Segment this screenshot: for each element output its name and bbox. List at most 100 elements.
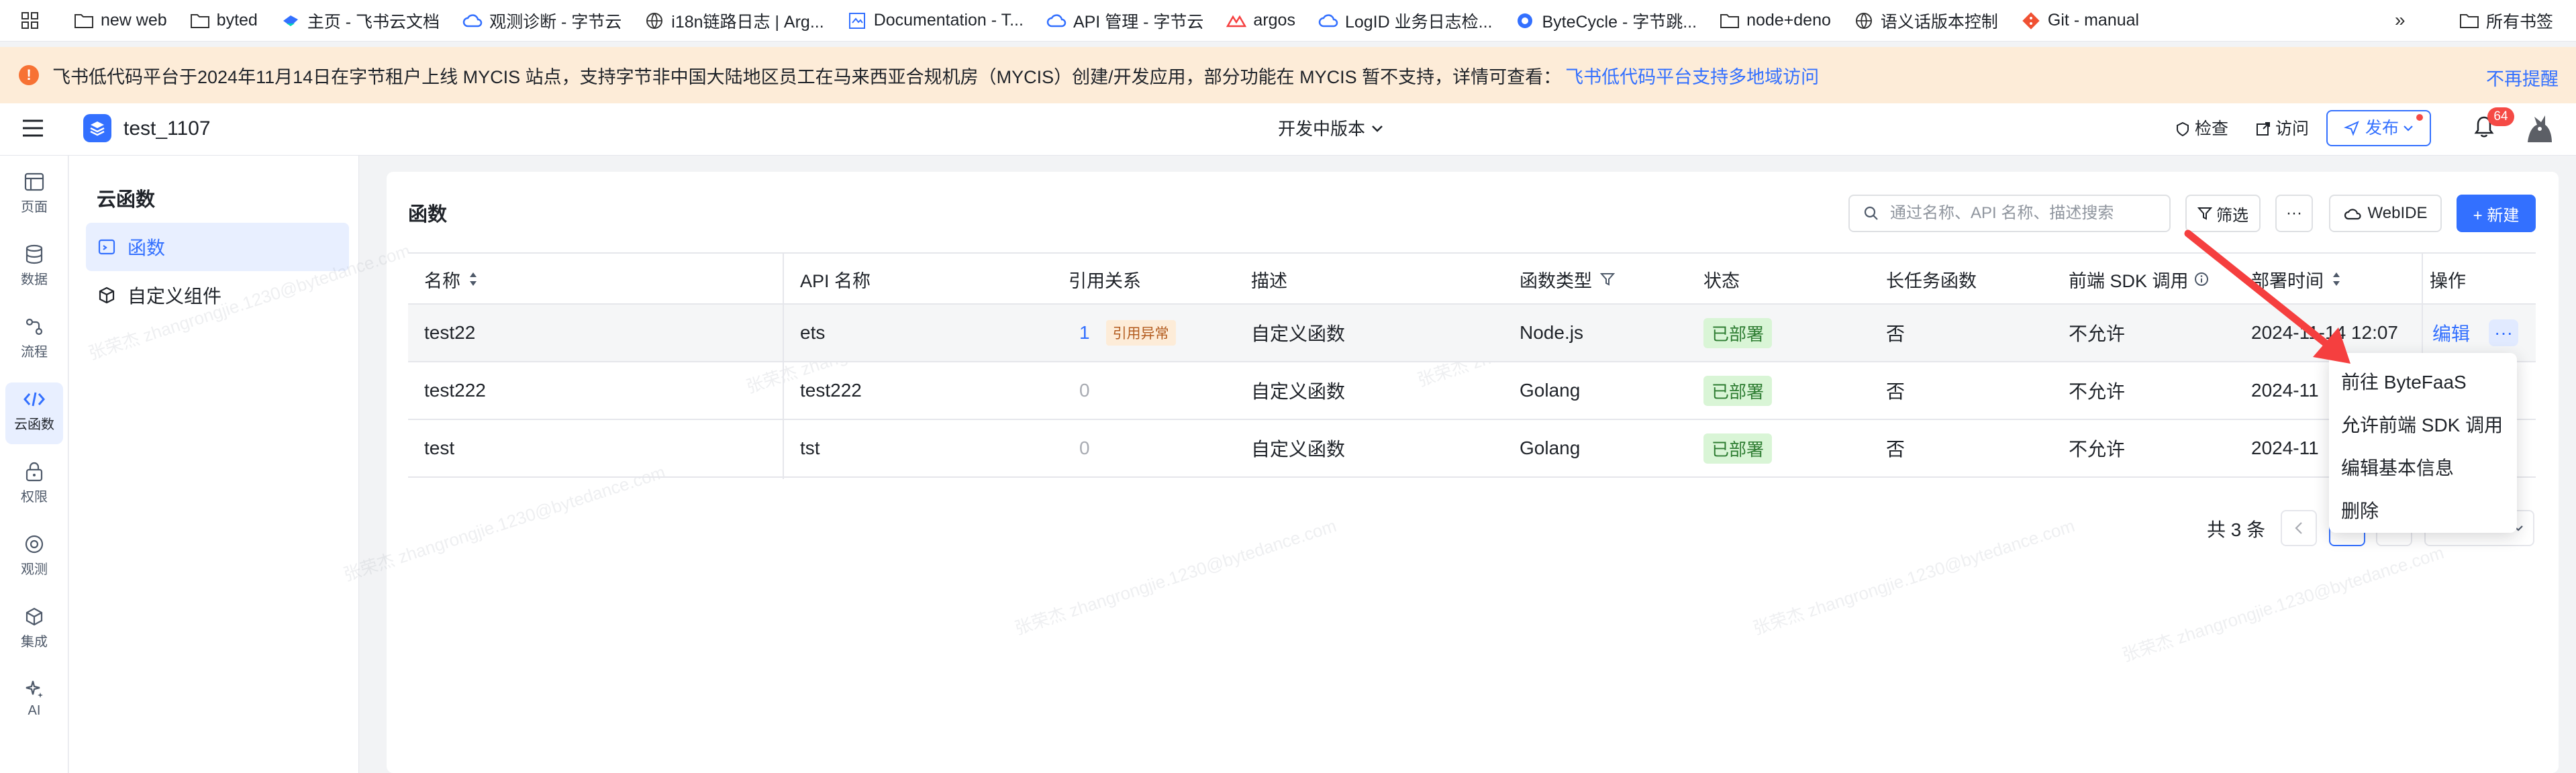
folder-icon: [2459, 13, 2479, 29]
cell-status: 已部署: [1703, 420, 1773, 476]
publish-label: 发布: [2365, 119, 2399, 138]
column-label: 函数类型: [1520, 270, 1592, 291]
subnav-item-custom-components[interactable]: 自定义组件: [86, 271, 349, 319]
more-actions-button[interactable]: ···: [2275, 195, 2313, 232]
reference-count: 0: [1079, 380, 1090, 401]
cell-status: 已部署: [1703, 362, 1773, 419]
bookmarks-overflow-button[interactable]: »: [2395, 9, 2406, 31]
bookmark-feishu-home[interactable]: 主页 - 飞书云文档: [281, 0, 440, 42]
bookmark-argos[interactable]: argos: [1226, 0, 1295, 42]
bookmark-label: new web: [101, 11, 167, 30]
info-icon[interactable]: [2194, 272, 2209, 287]
reference-count: 0: [1079, 437, 1090, 458]
edit-button[interactable]: 编辑: [2432, 319, 2470, 346]
app-logo: [83, 114, 111, 142]
menu-item-allow-sdk[interactable]: 允许前端 SDK 调用: [2329, 403, 2517, 446]
rail-item-cloud-function[interactable]: 云函数: [0, 382, 68, 444]
search-input[interactable]: [1890, 204, 2159, 223]
menu-item-goto-bytefaas[interactable]: 前往 ByteFaaS: [2329, 360, 2517, 403]
column-label: 描述: [1251, 270, 1287, 291]
cloud-icon: [462, 11, 483, 31]
bookmark-label: Git - manual: [2047, 11, 2140, 30]
bookmark-label: 观测诊断 - 字节云: [489, 12, 622, 32]
cell-reference: 1 引用异常: [1079, 305, 1176, 361]
menu-item-delete[interactable]: 删除: [2329, 488, 2517, 531]
functions-table: 名称 API 名称 引用关系 描述 函数类型 状态 长任务函数 前端 SDK 调…: [408, 252, 2536, 479]
rail-item-integration[interactable]: 集成: [0, 605, 68, 650]
search-icon: [1863, 205, 1879, 221]
column-header-name[interactable]: 名称: [424, 254, 478, 305]
table-row[interactable]: test tst 0 自定义函数 Golang 已部署 否 不允许 2024-1…: [408, 420, 2536, 478]
pagination-prev-button[interactable]: [2281, 510, 2317, 546]
rail-item-data[interactable]: 数据: [0, 243, 68, 288]
cube-icon: [97, 285, 117, 305]
version-selector[interactable]: 开发中版本: [1278, 117, 1384, 141]
menu-item-edit-info[interactable]: 编辑基本信息: [2329, 446, 2517, 488]
apps-grid-button[interactable]: [20, 0, 47, 42]
cell-api-name: tst: [800, 437, 820, 458]
search-box[interactable]: [1848, 195, 2171, 232]
cell-deploy-time: 2024-11: [2251, 437, 2319, 458]
column-header-reference: 引用关系: [1069, 254, 1141, 305]
filter-icon[interactable]: [1600, 272, 1615, 287]
bookmark-bytecycle[interactable]: ByteCycle - 字节跳...: [1515, 0, 1697, 42]
bookmark-observe[interactable]: 观测诊断 - 字节云: [462, 0, 622, 42]
subnav-title: 云函数: [97, 189, 156, 211]
rail-item-flow[interactable]: 流程: [0, 315, 68, 360]
cloud-icon: [1318, 11, 1338, 31]
new-label: + 新建: [2473, 206, 2520, 225]
bookmark-documentation[interactable]: Documentation - T...: [847, 0, 1024, 42]
column-header-type[interactable]: 函数类型: [1520, 254, 1615, 305]
bookmark-logid[interactable]: LogID 业务日志检...: [1318, 0, 1492, 42]
cube-icon: [23, 605, 46, 628]
rail-item-label: 云函数: [14, 417, 54, 432]
flow-icon: [23, 315, 46, 338]
new-function-button[interactable]: + 新建: [2457, 195, 2536, 232]
bookmark-semver[interactable]: 语义话版本控制: [1854, 0, 1998, 42]
notice-dismiss-link[interactable]: 不再提醒: [2486, 64, 2559, 91]
table-row[interactable]: test22 ets 1 引用异常 自定义函数 Node.js 已部署 否 不允…: [408, 305, 2536, 362]
user-avatar[interactable]: [2522, 111, 2556, 145]
bookmark-new-web[interactable]: new web: [74, 0, 167, 42]
rail-item-page[interactable]: 页面: [0, 170, 68, 215]
bookmark-label: i18n链路日志 | Arg...: [671, 12, 824, 32]
bookmark-byted[interactable]: byted: [190, 0, 258, 42]
rail-item-permission[interactable]: 权限: [0, 460, 68, 505]
menu-icon[interactable]: [21, 118, 44, 138]
publish-button[interactable]: 发布: [2326, 110, 2431, 146]
column-header-status: 状态: [1703, 254, 1740, 305]
column-header-deploy-time[interactable]: 部署时间: [2251, 254, 2341, 305]
sort-icon[interactable]: [2332, 271, 2341, 287]
notice-link[interactable]: 飞书低代码平台支持多地域访问: [1565, 62, 1819, 89]
folder-icon: [74, 11, 94, 31]
cell-sdk: 不允许: [2069, 381, 2126, 402]
bookmark-i18n[interactable]: i18n链路日志 | Arg...: [644, 0, 824, 42]
filter-button[interactable]: 筛选: [2185, 195, 2261, 232]
bookmark-label: ByteCycle - 字节跳...: [1542, 12, 1697, 32]
check-button[interactable]: 检查: [2175, 117, 2228, 141]
webide-button[interactable]: WebIDE: [2329, 195, 2442, 232]
bookmark-label: 语义话版本控制: [1880, 12, 1998, 32]
table-row[interactable]: test222 test222 0 自定义函数 Golang 已部署 否 不允许…: [408, 362, 2536, 420]
sort-icon[interactable]: [468, 271, 478, 287]
subnav-item-functions[interactable]: 函数: [86, 223, 349, 271]
bytecycle-icon: [1515, 11, 1535, 31]
row-more-button[interactable]: ···: [2489, 319, 2519, 346]
bookmark-node-deno[interactable]: node+deno: [1720, 0, 1831, 42]
column-header-api-name: API 名称: [800, 254, 871, 305]
reference-count-link[interactable]: 1: [1079, 322, 1090, 344]
feishu-icon: [281, 11, 301, 31]
globe-icon: [1854, 11, 1874, 31]
all-bookmarks-label: 所有书签: [2486, 13, 2554, 32]
visit-button[interactable]: 访问: [2255, 117, 2309, 141]
chevron-left-icon: [2295, 521, 2303, 535]
rail-item-ai[interactable]: AI: [0, 678, 68, 719]
all-bookmarks-button[interactable]: 所有书签: [2459, 0, 2553, 42]
bookmark-git-manual[interactable]: Git - manual: [2021, 0, 2139, 42]
rail-item-observe[interactable]: 观测: [0, 533, 68, 578]
bookmark-api-manage[interactable]: API 管理 - 字节云: [1046, 0, 1203, 42]
publish-status-dot: [2416, 114, 2423, 121]
notification-count-badge: 64: [2487, 107, 2514, 126]
send-icon: [2343, 120, 2360, 136]
status-badge: 已部署: [1703, 375, 1773, 406]
